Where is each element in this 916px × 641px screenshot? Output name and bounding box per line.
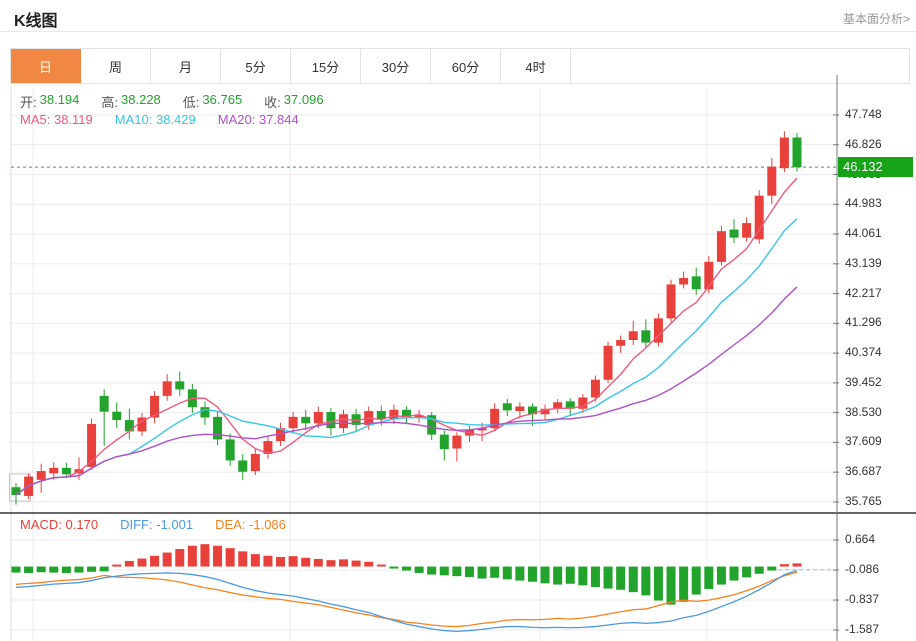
ohlc-readout: 开:38.194 高:38.228 低:36.765 收:37.096 — [20, 92, 346, 111]
current-price-tag: 46.132 — [838, 157, 913, 177]
macd-value: 0.170 — [66, 517, 99, 532]
close-value: 37.096 — [284, 92, 324, 111]
price-axis-label: 47.748 — [845, 107, 882, 121]
ma10-value: 38.429 — [156, 112, 196, 127]
open-label: 开: — [20, 92, 37, 111]
ma5-value: 38.119 — [54, 112, 93, 127]
macd-axis-label: 0.664 — [845, 532, 875, 546]
price-axis-label: 35.765 — [845, 494, 882, 508]
price-axis-label: 41.296 — [845, 315, 882, 329]
ma20-value: 37.844 — [259, 112, 299, 127]
low-label: 低: — [183, 92, 200, 111]
price-axis-label: 44.983 — [845, 196, 882, 210]
price-axis-label: 42.217 — [845, 286, 882, 300]
price-axis-label: 46.826 — [845, 137, 882, 151]
price-axis-label: 37.609 — [845, 434, 882, 448]
open-value: 38.194 — [40, 92, 80, 111]
kline-page: K线图 基本面分析> 日 周 月 5分 15分 30分 60分 4时 开:38.… — [0, 0, 916, 641]
macd-axis-label: -1.587 — [845, 622, 879, 636]
price-axis-label: 39.452 — [845, 375, 882, 389]
dea-value: -1.086 — [249, 517, 286, 532]
price-axis-label: 40.374 — [845, 345, 882, 359]
diff-label: DIFF: — [120, 517, 153, 532]
close-label: 收: — [264, 92, 281, 111]
macd-readout: MACD: 0.170 DIFF: -1.001 DEA: -1.086 — [20, 517, 308, 532]
macd-axis-label: -0.086 — [845, 562, 879, 576]
price-axis-label: 36.687 — [845, 464, 882, 478]
diff-value: -1.001 — [156, 517, 193, 532]
price-axis-label: 38.530 — [845, 405, 882, 419]
ma10-label: MA10: — [115, 112, 153, 127]
ma-readout: MA5: 38.119 MA10: 38.429 MA20: 37.844 — [20, 112, 321, 127]
high-label: 高: — [101, 92, 118, 111]
macd-label: MACD: — [20, 517, 62, 532]
macd-axis-label: -0.837 — [845, 592, 879, 606]
ma5-label: MA5: — [20, 112, 50, 127]
ma20-label: MA20: — [218, 112, 256, 127]
dea-label: DEA: — [215, 517, 245, 532]
low-value: 36.765 — [202, 92, 242, 111]
high-value: 38.228 — [121, 92, 161, 111]
price-axis-label: 44.061 — [845, 226, 882, 240]
price-axis-label: 43.139 — [845, 256, 882, 270]
